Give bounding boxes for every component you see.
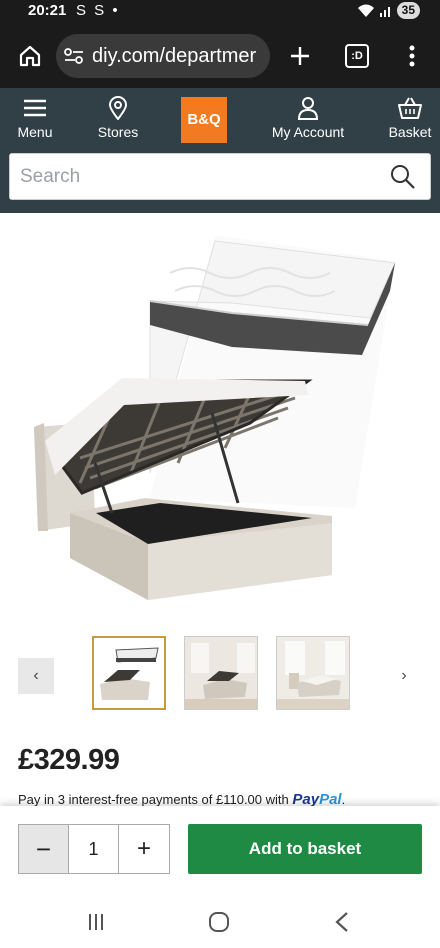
- clock: 20:21: [28, 2, 67, 19]
- thumbnail-carousel: ‹ ›: [0, 636, 440, 712]
- decrease-quantity-button[interactable]: −: [19, 825, 69, 873]
- bq-logo[interactable]: B&Q: [181, 97, 227, 143]
- nav-account-label: My Account: [271, 124, 345, 140]
- thumbnail-bed-mattress-image: [94, 638, 164, 708]
- status-right: 35: [357, 2, 420, 19]
- mattress-illustration: [149, 235, 396, 508]
- logo-text: B&Q: [187, 111, 221, 128]
- notification-icons: S S •: [76, 2, 120, 19]
- basket-icon: [398, 97, 422, 119]
- menu-icon: [24, 99, 46, 117]
- site-settings-icon[interactable]: [64, 47, 84, 65]
- thumbnail-bedroom-closed-image: [277, 637, 349, 709]
- gallery-next-button[interactable]: ›: [390, 658, 418, 694]
- search-bar: [9, 153, 431, 200]
- thumbnail-2[interactable]: [184, 636, 258, 710]
- status-bar: 20:21 S S • 35: [0, 0, 440, 24]
- back-icon[interactable]: [332, 911, 352, 933]
- search-input[interactable]: [10, 154, 370, 199]
- sticky-buy-bar: − 1 + Add to basket: [0, 806, 440, 902]
- thumbnail-3[interactable]: [276, 636, 350, 710]
- search-icon[interactable]: [390, 164, 416, 190]
- product-main-image[interactable]: [0, 213, 440, 623]
- home-icon[interactable]: [18, 44, 42, 68]
- tabs-label: :D: [351, 50, 363, 62]
- nav-menu[interactable]: Menu: [14, 96, 56, 140]
- android-nav-bar: [0, 902, 440, 948]
- thumbnail-bedroom-open-image: [185, 637, 257, 709]
- battery-indicator: 35: [396, 2, 420, 19]
- paypal-text-end: .: [341, 792, 346, 807]
- recent-apps-icon[interactable]: [86, 912, 106, 932]
- tabs-button[interactable]: :D: [345, 44, 369, 68]
- nav-basket[interactable]: Basket: [386, 96, 434, 140]
- site-header: Menu Stores B&Q My Account Basket: [0, 88, 440, 213]
- gallery-prev-button[interactable]: ‹: [18, 658, 54, 694]
- more-options-icon[interactable]: [402, 44, 422, 68]
- nav-stores-label: Stores: [97, 124, 139, 140]
- product-price: £329.99: [18, 744, 120, 776]
- thumbnail-1[interactable]: [92, 636, 166, 710]
- new-tab-icon[interactable]: [288, 44, 312, 68]
- add-to-basket-button[interactable]: Add to basket: [188, 824, 422, 874]
- browser-toolbar: diy.com/departmer :D: [0, 24, 440, 88]
- home-nav-icon[interactable]: [208, 911, 230, 933]
- address-bar[interactable]: diy.com/departmer: [56, 34, 270, 78]
- url-text: diy.com/departmer: [92, 45, 257, 67]
- nav-stores[interactable]: Stores: [92, 96, 144, 140]
- increase-quantity-button[interactable]: +: [119, 825, 169, 873]
- location-pin-icon: [108, 96, 128, 120]
- chevron-right-icon: ›: [401, 667, 407, 684]
- chevron-left-icon: ‹: [33, 667, 39, 684]
- account-icon: [297, 97, 319, 120]
- quantity-input[interactable]: 1: [69, 825, 119, 873]
- quantity-stepper: − 1 +: [18, 824, 170, 874]
- nav-basket-label: Basket: [388, 124, 432, 140]
- nav-my-account[interactable]: My Account: [266, 96, 350, 140]
- paypal-text: Pay in 3 interest-free payments of £110.…: [18, 792, 293, 807]
- wifi-icon: [357, 4, 374, 17]
- signal-icon: [379, 6, 390, 17]
- nav-menu-label: Menu: [17, 124, 53, 140]
